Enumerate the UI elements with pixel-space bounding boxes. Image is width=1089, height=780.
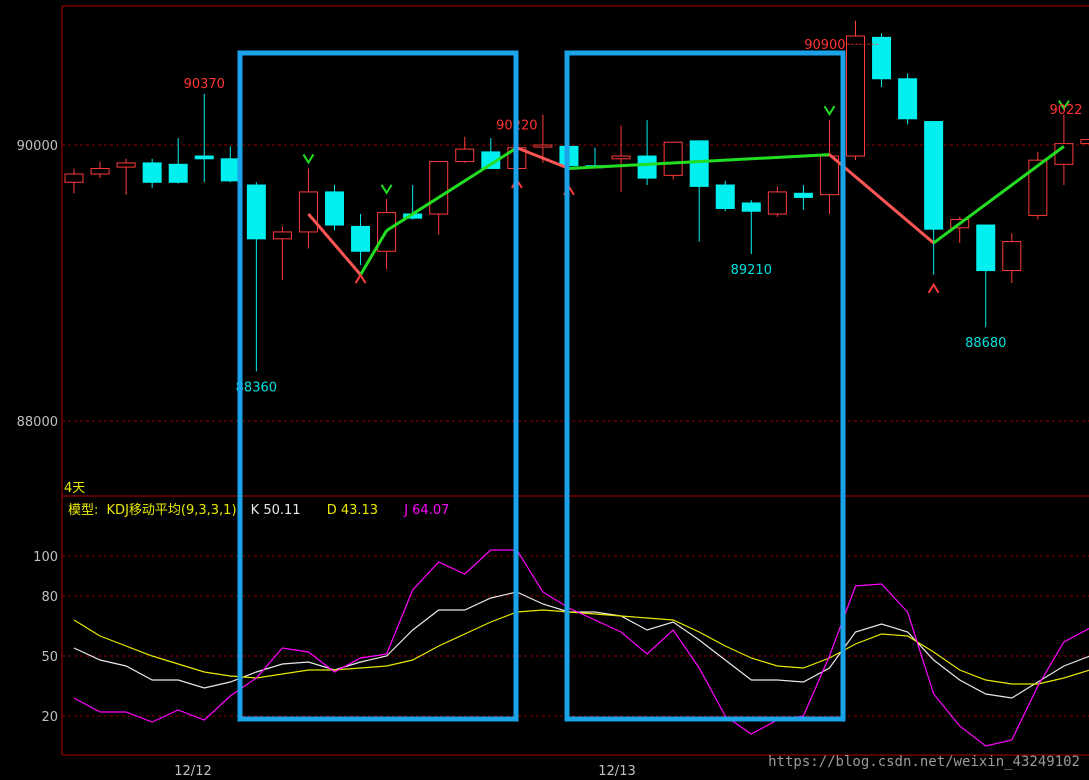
candle-body-up bbox=[1080, 138, 1089, 145]
highlight-box-1 bbox=[237, 50, 519, 722]
high-price-label: 90370 bbox=[184, 77, 225, 92]
buy-signal-mark bbox=[302, 153, 315, 165]
date-label-1: 12/12 bbox=[174, 764, 211, 779]
candle-body-down bbox=[168, 163, 188, 183]
annotations-layer: 9037088360902208921090900886809022 bbox=[184, 38, 1083, 395]
kdj-tick-label: 100 bbox=[33, 550, 58, 565]
candle-body-down bbox=[142, 162, 162, 183]
candle-body-down bbox=[194, 155, 214, 160]
grid-layer: 90000 88000 100 80 50 20 bbox=[17, 5, 1089, 756]
candle-body-down bbox=[220, 158, 240, 182]
candle-body-up bbox=[611, 155, 631, 160]
k-value: K 50.11 bbox=[251, 503, 301, 518]
buy-signal-mark bbox=[823, 105, 836, 117]
date-label-2: 12/13 bbox=[598, 764, 635, 779]
candle-body-up bbox=[116, 162, 136, 168]
candle-body-down bbox=[351, 225, 371, 252]
watermark: https://blog.csdn.net/weixin_43249102 bbox=[768, 754, 1080, 770]
kdj-line-k bbox=[73, 591, 1089, 699]
candle-body-up bbox=[429, 161, 449, 215]
kdj-tick-label: 20 bbox=[41, 710, 58, 725]
indicator-legend: 模型: KDJ移动平均(9,3,3,1) K 50.11 D 43.13 J 6… bbox=[68, 503, 449, 518]
candlestick-chart: 9000088000100805020 90370883609022089210… bbox=[17, 5, 1089, 779]
high-price-label: 9022 bbox=[1049, 103, 1082, 118]
kdj-tick-label: 50 bbox=[41, 650, 58, 665]
buy-signal-mark bbox=[380, 184, 393, 195]
sell-signal-mark bbox=[354, 273, 367, 284]
candle-body-down bbox=[898, 78, 918, 120]
highlight-boxes bbox=[237, 50, 846, 722]
kdj-tick-label: 80 bbox=[41, 590, 58, 605]
candle-body-down bbox=[976, 224, 996, 272]
candle-body-up bbox=[767, 191, 787, 215]
low-price-label: 89210 bbox=[731, 263, 772, 278]
candle-body-down bbox=[689, 140, 709, 187]
candle-body-down bbox=[793, 192, 813, 198]
candle-body-down bbox=[325, 191, 344, 226]
candle-body-up bbox=[663, 141, 683, 176]
low-price-label: 88680 bbox=[965, 336, 1006, 351]
candle-body-up bbox=[455, 148, 475, 163]
zigzag-layer bbox=[307, 145, 1065, 276]
candle-body-down bbox=[637, 155, 657, 179]
candle-body-down bbox=[715, 184, 735, 209]
candle-body-down bbox=[741, 202, 761, 212]
candle-body-down bbox=[872, 36, 892, 80]
candle-body-up bbox=[1028, 159, 1048, 216]
price-tick-label: 90000 bbox=[17, 139, 58, 154]
candle-body-up bbox=[90, 167, 110, 175]
candle-body-up bbox=[272, 231, 292, 240]
candle-body-up bbox=[298, 191, 318, 233]
zigzag-segment bbox=[385, 146, 518, 232]
candle-body-up bbox=[533, 144, 553, 148]
d-value: D 43.13 bbox=[327, 503, 378, 518]
kdj-line-d bbox=[73, 609, 1089, 685]
period-label: 4天 bbox=[64, 481, 85, 496]
candles-layer bbox=[64, 20, 1089, 372]
indicator-prefix: 模型: bbox=[68, 503, 98, 518]
price-tick-label: 88000 bbox=[17, 415, 58, 430]
candle-body-up bbox=[64, 173, 84, 183]
signals-layer bbox=[302, 100, 1070, 294]
candle-body-down bbox=[924, 121, 944, 230]
sell-signal-mark bbox=[927, 282, 940, 294]
candle-body-down bbox=[246, 184, 266, 240]
candle-body-up bbox=[1002, 241, 1022, 272]
candle-body-up bbox=[846, 35, 865, 157]
indicator-name: KDJ移动平均(9,3,3,1) bbox=[107, 503, 237, 518]
j-value: J 64.07 bbox=[403, 503, 449, 518]
